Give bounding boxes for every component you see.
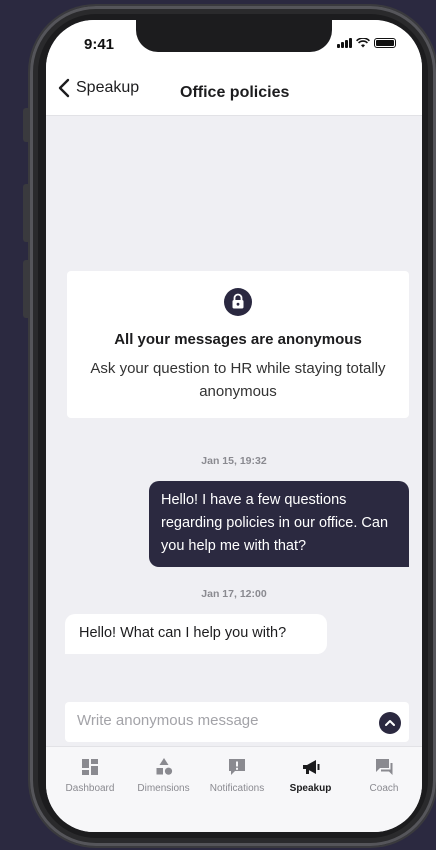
screen: 9:41 Speakup Office policies All your me… xyxy=(46,20,422,832)
signal-icon xyxy=(337,38,352,48)
tab-label: Notifications xyxy=(209,783,265,794)
chevron-up-icon xyxy=(385,720,395,726)
tab-bar: Dashboard Dimensions Notifications Speak… xyxy=(46,746,422,832)
tab-label: Dimensions xyxy=(137,783,190,794)
tab-coach[interactable]: Coach xyxy=(348,757,420,832)
tab-notifications[interactable]: Notifications xyxy=(201,757,273,832)
back-button[interactable]: Speakup xyxy=(58,78,139,98)
message-input[interactable] xyxy=(77,712,357,729)
outgoing-message: Hello! I have a few questions regarding … xyxy=(149,481,409,567)
megaphone-icon xyxy=(302,760,319,774)
tab-speakup[interactable]: Speakup xyxy=(275,757,347,832)
notifications-icon xyxy=(229,759,245,775)
tab-label: Dashboard xyxy=(65,783,115,794)
chevron-left-icon xyxy=(58,78,70,98)
notice-title: All your messages are anonymous xyxy=(114,331,362,348)
tab-label: Speakup xyxy=(289,783,332,794)
lock-icon xyxy=(224,288,252,316)
message-composer xyxy=(46,692,422,746)
coach-chat-icon xyxy=(376,759,393,775)
tab-label: Coach xyxy=(369,783,399,794)
page-title: Office policies xyxy=(180,84,290,101)
back-label: Speakup xyxy=(76,79,140,96)
dashboard-icon xyxy=(82,759,98,775)
volume-down-button xyxy=(23,260,29,318)
tab-dimensions[interactable]: Dimensions xyxy=(128,757,200,832)
volume-up-button xyxy=(23,184,29,242)
send-button[interactable] xyxy=(379,712,401,734)
notice-text: Ask your question to HR while staying to… xyxy=(90,360,386,400)
notch xyxy=(136,20,332,52)
status-icons xyxy=(337,38,396,48)
battery-icon xyxy=(374,38,396,48)
navigation-bar: Speakup Office policies xyxy=(46,64,422,116)
anonymity-notice: All your messages are anonymous Ask your… xyxy=(67,271,409,418)
dimensions-icon xyxy=(156,758,172,775)
message-timestamp: Jan 17, 12:00 xyxy=(201,588,267,600)
message-timestamp: Jan 15, 19:32 xyxy=(201,455,267,467)
incoming-message: Hello! What can I help you with? xyxy=(65,614,327,654)
status-time: 9:41 xyxy=(84,36,115,53)
wifi-icon xyxy=(356,38,370,48)
composer-field xyxy=(65,702,409,742)
tab-dashboard[interactable]: Dashboard xyxy=(54,757,126,832)
mute-switch xyxy=(23,108,29,142)
